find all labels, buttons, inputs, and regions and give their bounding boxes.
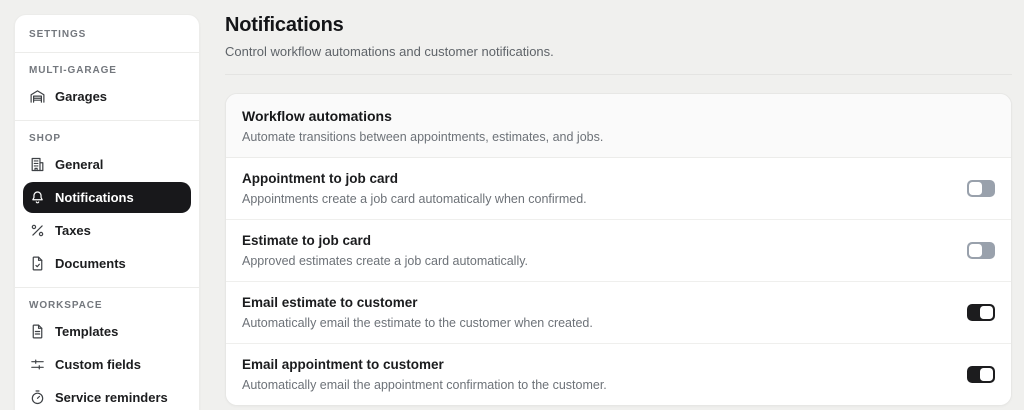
setting-row-email-appointment-to-customer: Email appointment to customer Automatical…: [226, 344, 1011, 405]
document-text-icon: [29, 323, 46, 340]
garage-icon: [29, 88, 46, 105]
sidebar-nav: MULTI-GARAGE Garages SHOP General Notificati…: [15, 53, 199, 410]
setting-title: Appointment to job card: [242, 171, 398, 186]
sidebar-item-general[interactable]: General: [23, 149, 191, 180]
toggle-knob: [969, 182, 982, 195]
sidebar-item-label: Custom fields: [55, 357, 141, 372]
toggle-email-appointment-to-customer[interactable]: [967, 366, 995, 383]
sidebar-item-notifications[interactable]: Notifications: [23, 182, 191, 213]
sidebar-section: WORKSPACE Templates Custom fields Service r…: [15, 288, 199, 410]
toggle-knob: [969, 244, 982, 257]
card-subtitle: Automate transitions between appointment…: [242, 130, 604, 144]
toggle-appointment-to-job-card[interactable]: [967, 180, 995, 197]
stopwatch-icon: [29, 389, 46, 406]
workflow-automations-card: Workflow automations Automate transition…: [225, 93, 1012, 406]
percent-icon: [29, 222, 46, 239]
sidebar-section: MULTI-GARAGE Garages: [15, 53, 199, 121]
setting-title: Email estimate to customer: [242, 295, 418, 310]
sidebar-section: SHOP General Notifications Taxes Documents: [15, 121, 199, 288]
sidebar-item-label: Notifications: [55, 190, 134, 205]
sidebar-item-service-reminders[interactable]: Service reminders: [23, 382, 191, 410]
setting-text: Appointment to job card Appointments crea…: [242, 171, 587, 206]
setting-description: Approved estimates create a job card aut…: [242, 254, 529, 268]
setting-title: Estimate to job card: [242, 233, 372, 248]
sidebar-section-label: SHOP: [29, 133, 61, 144]
card-header: Workflow automations Automate transition…: [226, 94, 1011, 158]
sidebar-item-label: Documents: [55, 256, 126, 271]
sidebar-item-label: Garages: [55, 89, 108, 104]
sidebar-title: SETTINGS: [15, 15, 199, 53]
notifications-page: Notifications Control workflow automatio…: [225, 0, 1012, 406]
sidebar-item-label: Service reminders: [55, 390, 168, 405]
sidebar-item-taxes[interactable]: Taxes: [23, 215, 191, 246]
page-title: Notifications: [225, 14, 344, 36]
document-check-icon: [29, 255, 46, 272]
toggle-knob: [980, 306, 993, 319]
toggle-estimate-to-job-card[interactable]: [967, 242, 995, 259]
setting-description: Appointments create a job card automatic…: [242, 192, 587, 206]
setting-row-appointment-to-job-card: Appointment to job card Appointments crea…: [226, 158, 1011, 220]
setting-description: Automatically email the appointment conf…: [242, 378, 607, 392]
setting-title: Email appointment to customer: [242, 357, 444, 372]
sidebar-item-label: Taxes: [55, 223, 91, 238]
setting-text: Email appointment to customer Automatical…: [242, 357, 607, 392]
sidebar-item-label: Templates: [55, 324, 119, 339]
setting-row-estimate-to-job-card: Estimate to job card Approved estimates c…: [226, 220, 1011, 282]
sidebar-item-label: General: [55, 157, 104, 172]
setting-text: Email estimate to customer Automatically …: [242, 295, 593, 330]
settings-sidebar: SETTINGS MULTI-GARAGE Garages SHOP General N…: [14, 14, 200, 410]
card-title: Workflow automations: [242, 108, 392, 124]
building-icon: [29, 156, 46, 173]
toggle-email-estimate-to-customer[interactable]: [967, 304, 995, 321]
sidebar-item-documents[interactable]: Documents: [23, 248, 191, 279]
adjustments-icon: [29, 356, 46, 373]
bell-icon: [29, 189, 46, 206]
sidebar-section-label: WORKSPACE: [29, 300, 103, 311]
page-subtitle: Control workflow automations and custome…: [225, 44, 554, 59]
setting-row-email-estimate-to-customer: Email estimate to customer Automatically …: [226, 282, 1011, 344]
setting-text: Estimate to job card Approved estimates c…: [242, 233, 528, 268]
page-divider: [225, 74, 1012, 75]
toggle-knob: [980, 368, 993, 381]
card-rows: Appointment to job card Appointments crea…: [226, 158, 1011, 405]
sidebar-item-custom-fields[interactable]: Custom fields: [23, 349, 191, 380]
sidebar-section-label: MULTI-GARAGE: [29, 65, 117, 76]
sidebar-item-garages[interactable]: Garages: [23, 81, 191, 112]
sidebar-item-templates[interactable]: Templates: [23, 316, 191, 347]
setting-description: Automatically email the estimate to the …: [242, 316, 593, 330]
